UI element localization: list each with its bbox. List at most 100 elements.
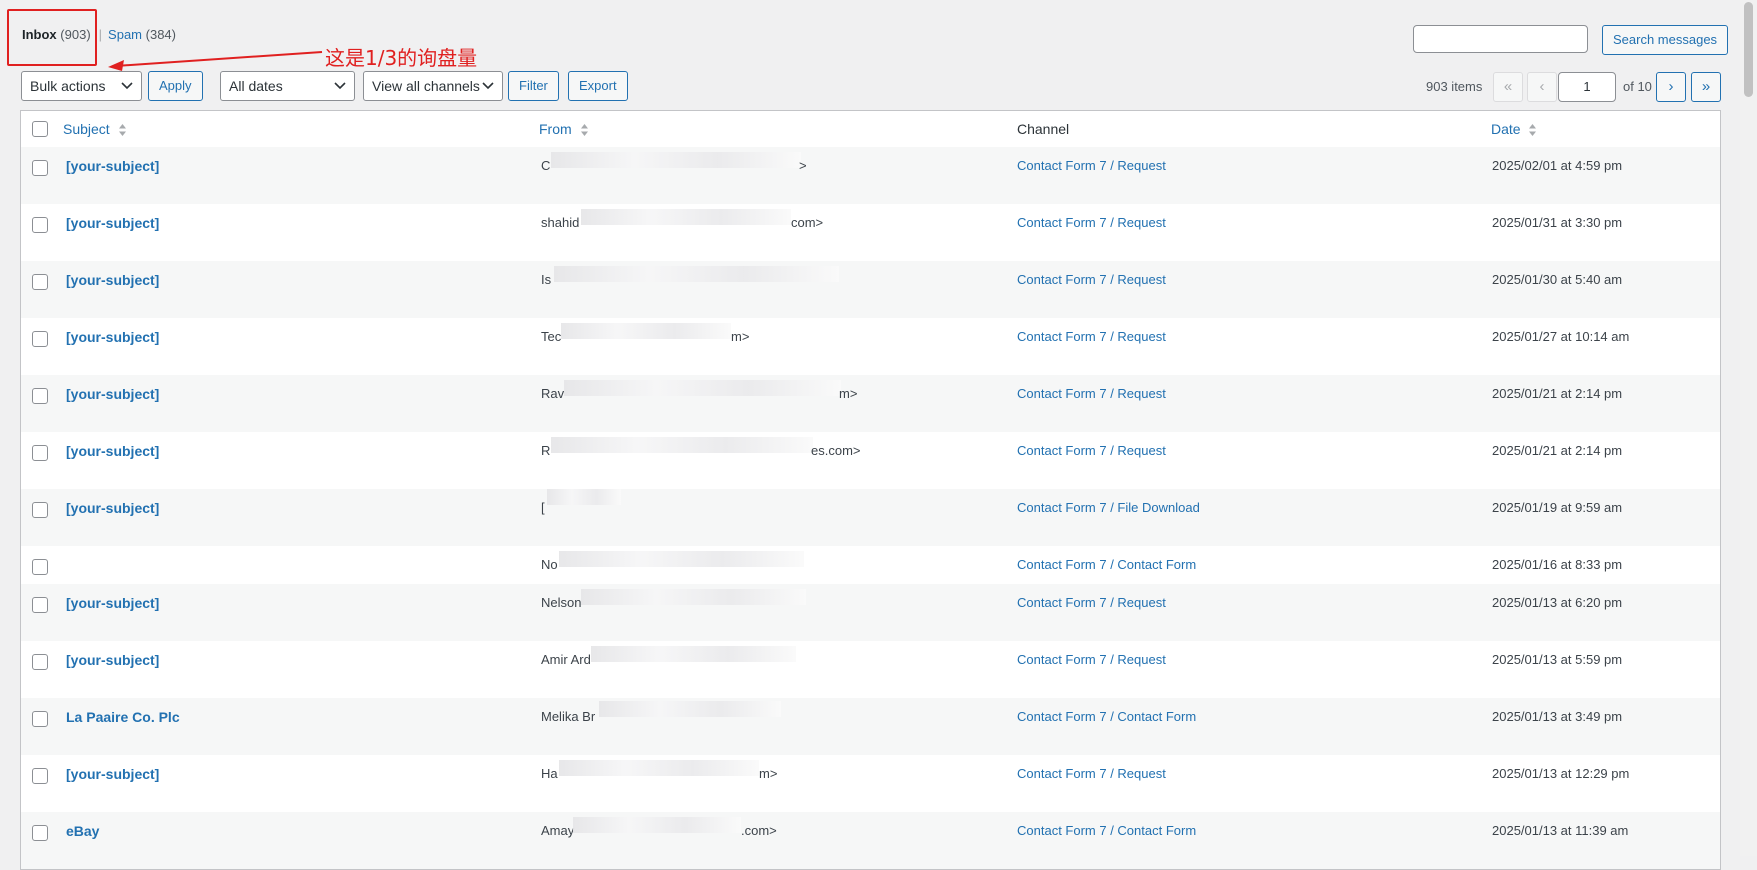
redacted-blur <box>581 589 806 605</box>
row-subject-link[interactable]: [your-subject] <box>66 158 159 174</box>
page-scrollbar[interactable] <box>1740 0 1757 856</box>
apply-button[interactable]: Apply <box>148 71 203 101</box>
redacted-blur <box>591 646 796 662</box>
table-row[interactable]: [your-subject] Is Contact Form 7 / Reque… <box>21 261 1720 318</box>
bulk-actions-select[interactable]: Bulk actions <box>21 71 142 101</box>
search-messages-button[interactable]: Search messages <box>1602 25 1729 55</box>
row-subject-link[interactable]: La Paaire Co. Plc <box>66 709 180 725</box>
column-date-label: Date <box>1491 121 1521 137</box>
row-channel-link[interactable]: Contact Form 7 / Request <box>1017 158 1166 173</box>
row-channel-link[interactable]: Contact Form 7 / Request <box>1017 329 1166 344</box>
sort-icon <box>580 124 588 137</box>
bulk-actions-value: Bulk actions <box>30 78 106 94</box>
row-date: 2025/01/27 at 10:14 am <box>1492 329 1630 344</box>
channels-filter-value: View all channels <box>372 78 480 94</box>
row-channel-link[interactable]: Contact Form 7 / Request <box>1017 215 1166 230</box>
row-checkbox[interactable] <box>32 597 48 613</box>
row-subject-link[interactable]: [your-subject] <box>66 329 159 345</box>
row-channel-link[interactable]: Contact Form 7 / Contact Form <box>1017 823 1196 838</box>
row-from: Ha <box>541 766 558 781</box>
row-subject-link[interactable]: [your-subject] <box>66 766 159 782</box>
row-subject-link[interactable]: [your-subject] <box>66 500 159 516</box>
row-date: 2025/01/21 at 2:14 pm <box>1492 386 1623 401</box>
search-input[interactable] <box>1413 25 1588 53</box>
row-subject-link[interactable]: [your-subject] <box>66 386 159 402</box>
prev-page-button[interactable]: ‹ <box>1527 72 1557 102</box>
row-from: Nelson <box>541 595 582 610</box>
current-page-input[interactable]: 1 <box>1558 72 1616 102</box>
table-header: Subject From Channel Date <box>21 111 1720 148</box>
redacted-blur <box>554 266 839 282</box>
row-from: Rav <box>541 386 565 401</box>
row-channel-link[interactable]: Contact Form 7 / Request <box>1017 766 1166 781</box>
table-row[interactable]: [your-subject] C > Contact Form 7 / Requ… <box>21 147 1720 204</box>
table-row[interactable]: [your-subject] [ Contact Form 7 / File D… <box>21 489 1720 546</box>
row-from: Tec <box>541 329 562 344</box>
row-channel-link[interactable]: Contact Form 7 / Request <box>1017 443 1166 458</box>
row-checkbox[interactable] <box>32 768 48 784</box>
table-row[interactable]: [your-subject] R es.com> Contact Form 7 … <box>21 432 1720 489</box>
filter-button[interactable]: Filter <box>508 71 559 101</box>
last-page-button[interactable]: » <box>1691 72 1721 102</box>
row-checkbox[interactable] <box>32 711 48 727</box>
row-channel-link[interactable]: Contact Form 7 / Request <box>1017 652 1166 667</box>
row-checkbox[interactable] <box>32 160 48 176</box>
table-row[interactable]: [your-subject] shahid com> Contact Form … <box>21 204 1720 261</box>
redacted-blur <box>581 209 791 225</box>
row-date: 2025/01/13 at 11:39 am <box>1492 823 1629 838</box>
row-channel-link[interactable]: Contact Form 7 / Request <box>1017 595 1166 610</box>
row-channel-link[interactable]: Contact Form 7 / Request <box>1017 272 1166 287</box>
row-checkbox[interactable] <box>32 274 48 290</box>
channels-filter-select[interactable]: View all channels <box>363 71 503 101</box>
row-checkbox[interactable] <box>32 388 48 404</box>
row-checkbox[interactable] <box>32 217 48 233</box>
table-row[interactable]: [your-subject] Tec m> Contact Form 7 / R… <box>21 318 1720 375</box>
row-channel-link[interactable]: Contact Form 7 / Contact Form <box>1017 557 1196 572</box>
row-subject-link[interactable]: [your-subject] <box>66 443 159 459</box>
row-subject-link[interactable]: [your-subject] <box>66 595 159 611</box>
export-button[interactable]: Export <box>568 71 628 101</box>
column-date[interactable]: Date <box>1491 121 1537 137</box>
row-subject-link[interactable]: [your-subject] <box>66 215 159 231</box>
row-channel-link[interactable]: Contact Form 7 / Request <box>1017 386 1166 401</box>
row-from: Amir Ard <box>541 652 591 667</box>
row-checkbox[interactable] <box>32 502 48 518</box>
row-subject-link[interactable]: [your-subject] <box>66 652 159 668</box>
select-all-checkbox[interactable] <box>32 121 48 137</box>
items-count: 903 items <box>1426 79 1483 94</box>
row-date: 2025/01/31 at 3:30 pm <box>1492 215 1623 230</box>
row-from-end: m> <box>759 766 778 781</box>
redacted-blur <box>559 760 759 776</box>
row-checkbox[interactable] <box>32 559 48 575</box>
table-row[interactable]: [your-subject] Rav m> Contact Form 7 / R… <box>21 375 1720 432</box>
row-checkbox[interactable] <box>32 654 48 670</box>
column-from[interactable]: From <box>539 121 589 137</box>
row-checkbox[interactable] <box>32 331 48 347</box>
redacted-blur <box>547 489 621 505</box>
row-date: 2025/02/01 at 4:59 pm <box>1492 158 1623 173</box>
row-checkbox[interactable] <box>32 445 48 461</box>
scrollbar-thumb[interactable] <box>1744 2 1753 97</box>
redacted-blur <box>561 323 731 339</box>
table-row[interactable]: [your-subject] Nelson Contact Form 7 / R… <box>21 584 1720 641</box>
row-channel-link[interactable]: Contact Form 7 / Contact Form <box>1017 709 1196 724</box>
dates-filter-select[interactable]: All dates <box>220 71 355 101</box>
first-page-button[interactable]: « <box>1493 72 1523 102</box>
row-date: 2025/01/19 at 9:59 am <box>1492 500 1623 515</box>
chevron-down-icon <box>121 82 133 90</box>
row-checkbox[interactable] <box>32 825 48 841</box>
table-row[interactable]: La Paaire Co. Plc Melika Br Contact Form… <box>21 698 1720 755</box>
redacted-blur <box>551 437 813 453</box>
row-date: 2025/01/21 at 2:14 pm <box>1492 443 1623 458</box>
column-subject[interactable]: Subject <box>63 121 127 137</box>
table-row[interactable]: [your-subject] Ha m> Contact Form 7 / Re… <box>21 755 1720 812</box>
row-channel-link[interactable]: Contact Form 7 / File Download <box>1017 500 1200 515</box>
chevron-down-icon <box>482 82 494 90</box>
table-row[interactable]: No Contact Form 7 / Contact Form 2025/01… <box>21 546 1720 584</box>
table-row[interactable]: [your-subject] Amir Ard Contact Form 7 /… <box>21 641 1720 698</box>
row-subject-link[interactable]: eBay <box>66 823 99 839</box>
next-page-button[interactable]: › <box>1656 72 1686 102</box>
table-row[interactable]: eBay Amay .com> Contact Form 7 / Contact… <box>21 812 1720 869</box>
redacted-blur <box>559 551 804 567</box>
row-subject-link[interactable]: [your-subject] <box>66 272 159 288</box>
